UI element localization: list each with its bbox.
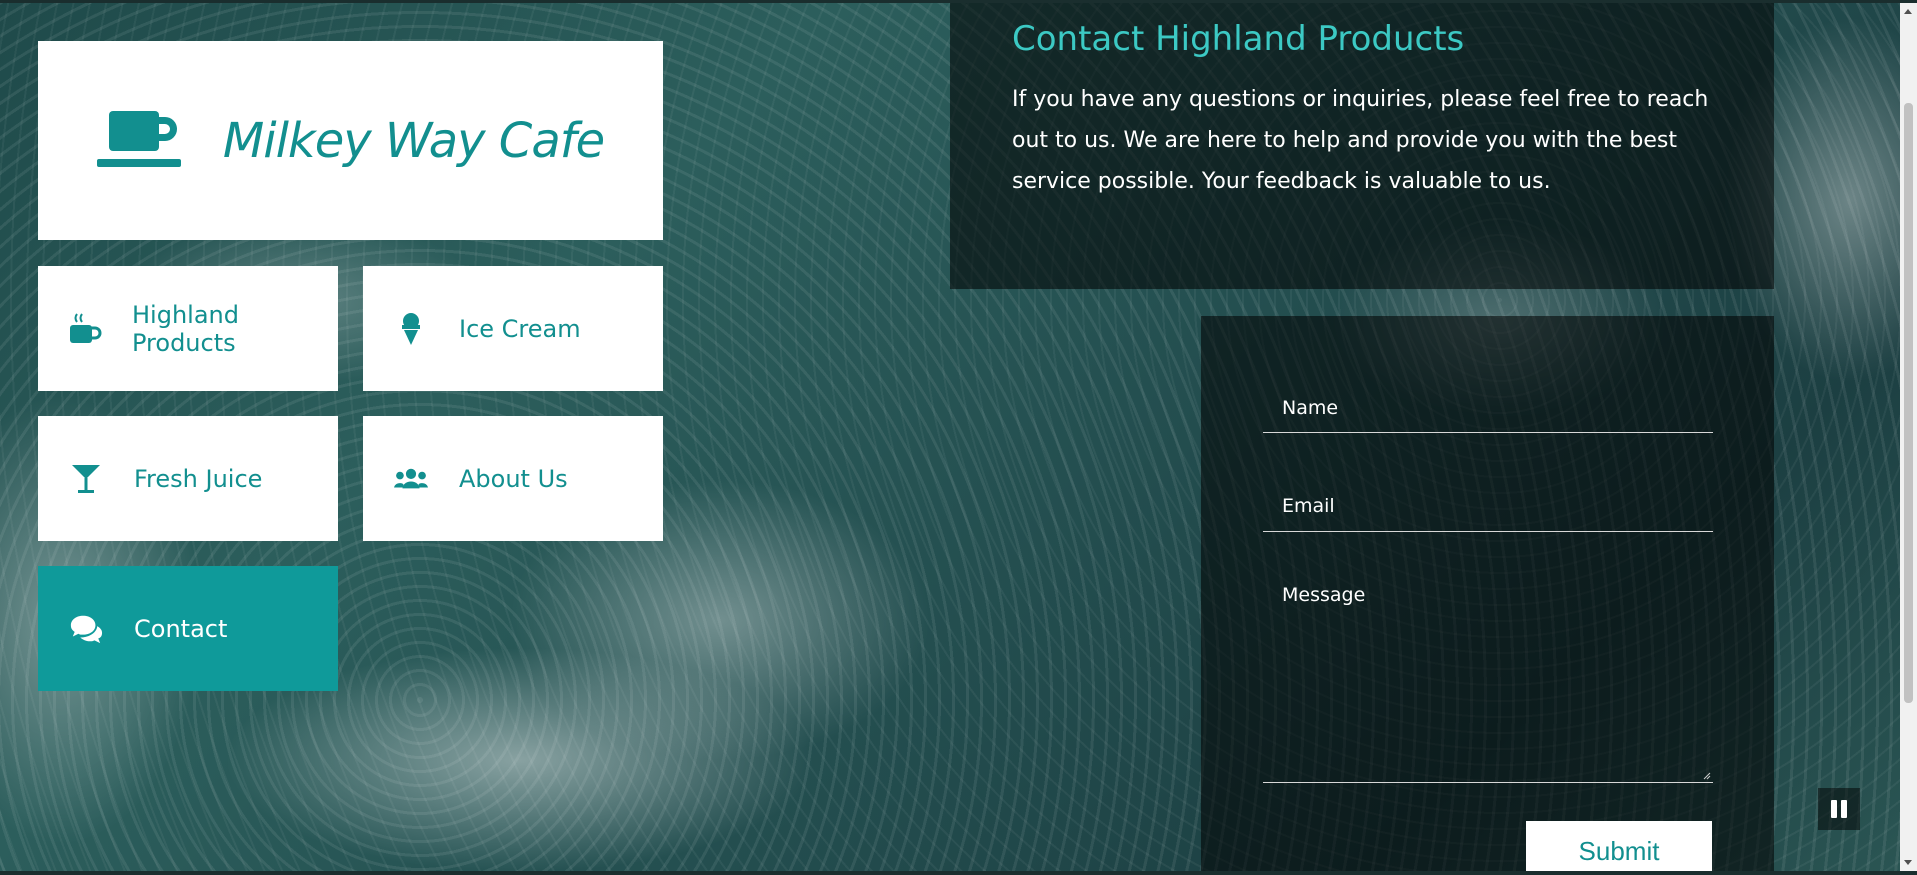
contact-intro-panel: Contact Highland Products If you have an… — [950, 3, 1774, 289]
brand-card[interactable]: Milkey Way Cafe — [38, 41, 663, 240]
vertical-scrollbar[interactable] — [1900, 3, 1917, 871]
pause-icon — [1831, 800, 1847, 818]
chat-bubbles-icon — [68, 611, 104, 647]
email-field-wrapper — [1263, 481, 1713, 532]
video-pause-button[interactable] — [1818, 788, 1860, 830]
brand-title: Milkey Way Cafe — [222, 112, 605, 169]
name-input[interactable] — [1263, 382, 1713, 432]
nav-label: Ice Cream — [459, 314, 581, 343]
scroll-up-icon[interactable] — [1904, 9, 1912, 14]
message-textarea[interactable] — [1263, 582, 1713, 782]
nav-about-us[interactable]: About Us — [363, 416, 663, 541]
users-icon — [393, 461, 429, 497]
scroll-thumb[interactable] — [1904, 103, 1913, 703]
contact-title: Contact Highland Products — [1012, 19, 1465, 59]
name-field-wrapper — [1263, 382, 1713, 433]
nav-label: Contact — [134, 614, 228, 643]
nav-label: Fresh Juice — [134, 464, 263, 493]
nav-label: About Us — [459, 464, 568, 493]
submit-button[interactable]: Submit — [1526, 821, 1712, 875]
nav-ice-cream[interactable]: Ice Cream — [363, 266, 663, 391]
scroll-down-icon[interactable] — [1904, 860, 1912, 865]
nav-fresh-juice[interactable]: Fresh Juice — [38, 416, 338, 541]
email-input[interactable] — [1263, 481, 1713, 531]
contact-description: If you have any questions or inquiries, … — [1012, 87, 1709, 194]
coffee-mug-icon — [96, 109, 183, 173]
message-field-wrapper — [1263, 582, 1713, 783]
contact-form: Submit — [1201, 316, 1774, 875]
resize-grip-icon[interactable] — [1701, 770, 1711, 780]
bottom-border — [0, 871, 1917, 875]
nav-label: Highland Products — [132, 300, 239, 357]
nav-contact[interactable]: Contact — [38, 566, 338, 691]
page-background: Milkey Way Cafe Highland Products Ice Cr… — [0, 0, 1917, 875]
hot-beverage-icon — [68, 311, 102, 347]
ice-cream-icon — [393, 311, 429, 347]
cocktail-glass-icon — [68, 461, 104, 497]
nav-highland-products[interactable]: Highland Products — [38, 266, 338, 391]
